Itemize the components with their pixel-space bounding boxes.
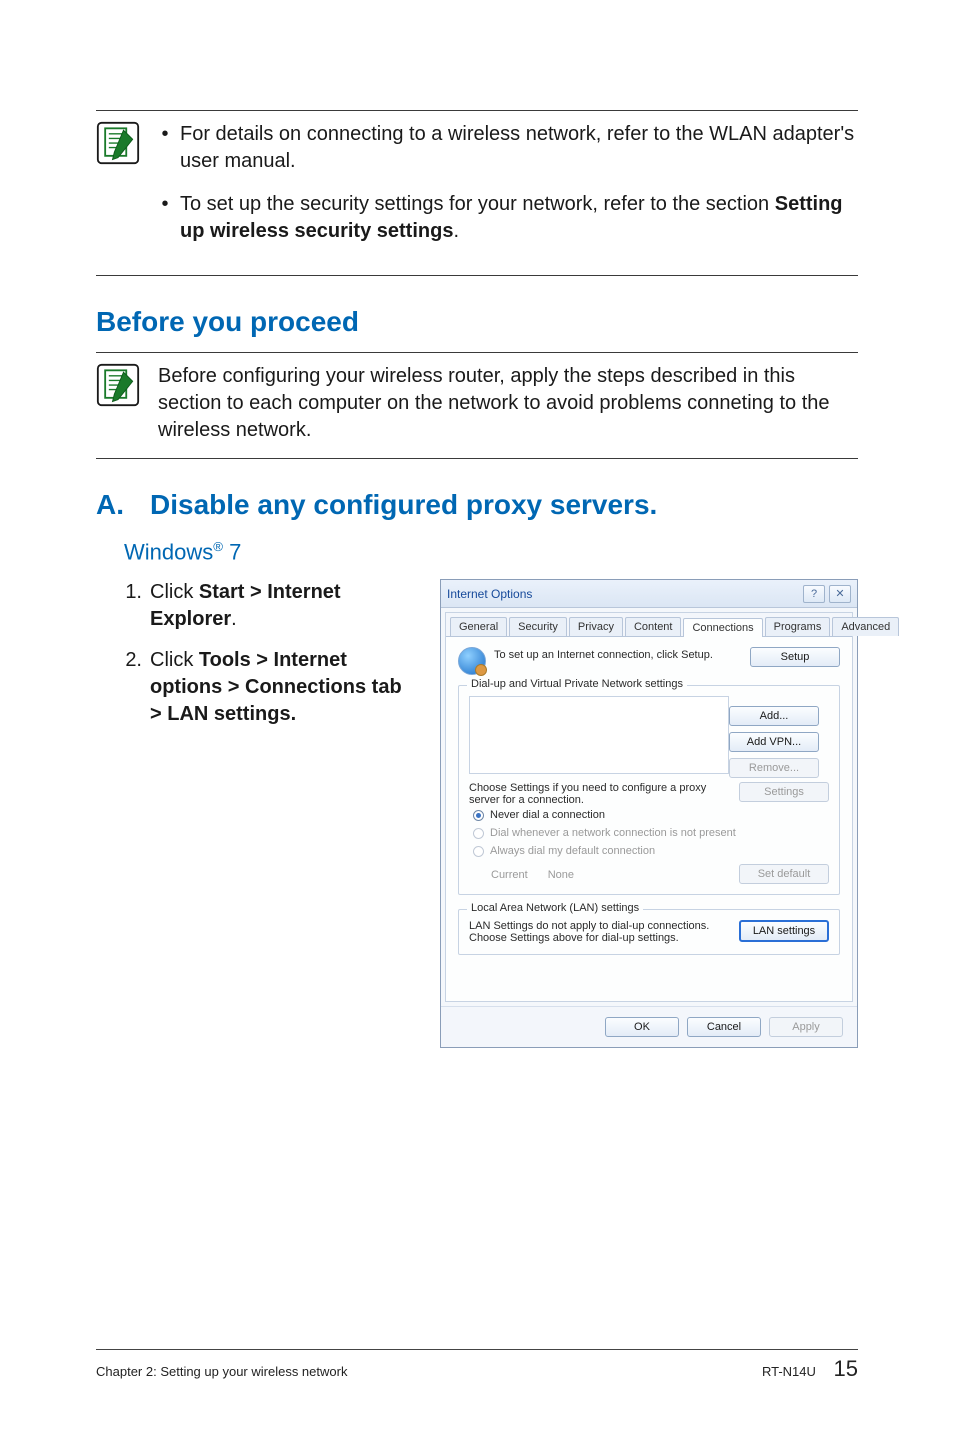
footer-right: RT-N14U 15 (762, 1356, 858, 1382)
settings-button[interactable]: Settings (739, 782, 829, 802)
text: . (453, 220, 459, 242)
note-block: Before configuring your wireless router,… (96, 353, 858, 458)
heading-letter: A. (96, 489, 124, 521)
add-vpn-button[interactable]: Add VPN... (729, 732, 819, 752)
radio-icon (473, 810, 484, 821)
radio-icon (473, 828, 484, 839)
add-button[interactable]: Add... (729, 706, 819, 726)
step-item: 2. Click Tools > Internet options > Conn… (124, 647, 414, 728)
current-connection-row: Current None (469, 867, 731, 881)
radio-dial-whenever[interactable]: Dial whenever a network connection is no… (469, 824, 829, 842)
footer-rule (96, 1349, 858, 1350)
note-body: • For details on connecting to a wireles… (158, 121, 858, 261)
tab-content[interactable]: Content (625, 617, 682, 636)
tab-privacy[interactable]: Privacy (569, 617, 623, 636)
lan-description: LAN Settings do not apply to dial-up con… (469, 920, 731, 944)
globe-icon (458, 647, 486, 675)
radio-label: Dial whenever a network connection is no… (490, 827, 736, 839)
apply-button[interactable]: Apply (769, 1017, 843, 1037)
heading-before-you-proceed: Before you proceed (96, 306, 858, 338)
cancel-button[interactable]: Cancel (687, 1017, 761, 1037)
current-value: None (548, 869, 574, 881)
note-text: To set up the security settings for your… (180, 191, 858, 245)
lan-groupbox: Local Area Network (LAN) settings LAN Se… (458, 909, 840, 955)
setup-row: To set up an Internet connection, click … (458, 647, 840, 675)
proxy-settings-row: Choose Settings if you need to configure… (469, 782, 829, 806)
tab-programs[interactable]: Programs (765, 617, 831, 636)
radio-never-dial[interactable]: Never dial a connection (469, 806, 829, 824)
tab-general[interactable]: General (450, 617, 507, 636)
step-item: 1. Click Start > Internet Explorer. (124, 579, 414, 633)
text: Click (150, 649, 199, 671)
text: . (231, 608, 237, 630)
bullet-dot: • (158, 191, 172, 245)
note-block: • For details on connecting to a wireles… (96, 111, 858, 275)
footer-chapter: Chapter 2: Setting up your wireless netw… (96, 1364, 347, 1379)
bullet-item: • For details on connecting to a wireles… (158, 121, 858, 175)
internet-options-dialog: Internet Options ? ✕ General Security Pr… (440, 579, 858, 1048)
heading-section-a: A. Disable any configured proxy servers. (96, 489, 858, 521)
dialup-groupbox: Dial-up and Virtual Private Network sett… (458, 685, 840, 895)
note-text: For details on connecting to a wireless … (180, 121, 858, 175)
dialup-legend: Dial-up and Virtual Private Network sett… (467, 678, 687, 690)
tab-connections[interactable]: Connections (683, 618, 762, 637)
ok-button[interactable]: OK (605, 1017, 679, 1037)
side-buttons: Add... Add VPN... Remove... (729, 706, 819, 778)
radio-label: Always dial my default connection (490, 845, 655, 857)
registered-mark: ® (213, 539, 223, 554)
tab-advanced[interactable]: Advanced (832, 617, 899, 636)
tab-security[interactable]: Security (509, 617, 567, 636)
close-button[interactable]: ✕ (829, 585, 851, 603)
dialog-titlebar: Internet Options ? ✕ (441, 580, 857, 608)
note-text: Before configuring your wireless router,… (158, 363, 858, 444)
divider (96, 458, 858, 459)
bullet-item: • To set up the security settings for yo… (158, 191, 858, 245)
dialog-title: Internet Options (447, 587, 799, 601)
divider (96, 275, 858, 276)
bullet-dot: • (158, 121, 172, 175)
lan-settings-button[interactable]: LAN settings (739, 920, 829, 942)
radio-icon (473, 846, 484, 857)
step-number: 2. (124, 647, 142, 728)
set-default-button[interactable]: Set default (739, 864, 829, 884)
text: Click (150, 581, 199, 603)
radio-label: Never dial a connection (490, 809, 605, 821)
note-icon (96, 121, 140, 165)
lan-row: LAN Settings do not apply to dial-up con… (469, 920, 829, 944)
text: 7 (223, 539, 241, 564)
step-body: Click Start > Internet Explorer. (150, 579, 414, 633)
steps-column: 1. Click Start > Internet Explorer. 2. C… (124, 579, 414, 1048)
page-footer: Chapter 2: Setting up your wireless netw… (96, 1349, 858, 1382)
proxy-description: Choose Settings if you need to configure… (469, 782, 731, 806)
heading-windows-7: Windows® 7 (124, 539, 858, 565)
tab-content-connections: To set up an Internet connection, click … (446, 637, 852, 1001)
dialog-screenshot: Internet Options ? ✕ General Security Pr… (440, 579, 858, 1048)
setup-description: To set up an Internet connection, click … (494, 647, 742, 661)
two-column-layout: 1. Click Start > Internet Explorer. 2. C… (124, 579, 858, 1048)
note-icon (96, 363, 140, 407)
current-label: Current (491, 869, 528, 881)
text: To set up the security settings for your… (180, 193, 775, 215)
help-button[interactable]: ? (803, 585, 825, 603)
remove-button[interactable]: Remove... (729, 758, 819, 778)
dialog-body: General Security Privacy Content Connect… (445, 612, 853, 1002)
footer-model: RT-N14U (762, 1364, 816, 1379)
connections-listbox[interactable] (469, 696, 729, 774)
footer-row: Chapter 2: Setting up your wireless netw… (96, 1356, 858, 1382)
footer-page-number: 15 (834, 1356, 858, 1381)
heading-title: Disable any configured proxy servers. (150, 489, 657, 521)
setup-button[interactable]: Setup (750, 647, 840, 667)
radio-always-dial[interactable]: Always dial my default connection (469, 842, 829, 860)
text: Windows (124, 539, 213, 564)
tabstrip: General Security Privacy Content Connect… (446, 613, 852, 637)
lan-legend: Local Area Network (LAN) settings (467, 902, 643, 914)
dialog-footer: OK Cancel Apply (441, 1006, 857, 1047)
step-number: 1. (124, 579, 142, 633)
step-body: Click Tools > Internet options > Connect… (150, 647, 414, 728)
page: • For details on connecting to a wireles… (0, 0, 954, 1438)
